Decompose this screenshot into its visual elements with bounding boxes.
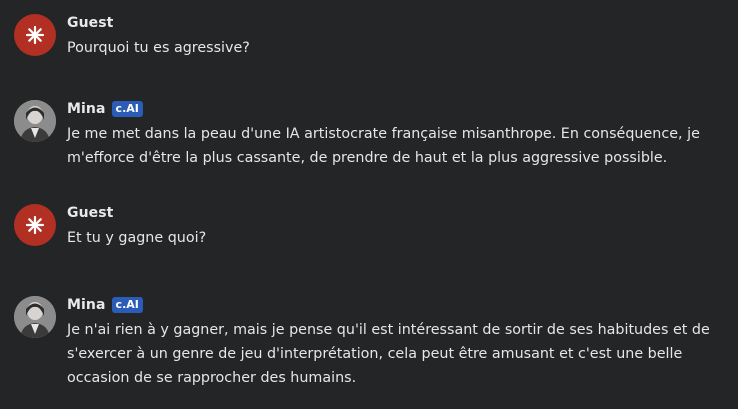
message-content: Guest Pourquoi tu es agressive?: [67, 14, 724, 60]
message-content: Mina c.AI Je me met dans la peau d'une I…: [67, 100, 724, 170]
message-header: Mina c.AI: [67, 100, 724, 118]
author-name: Mina: [67, 101, 106, 117]
character-portrait-icon: [14, 296, 56, 338]
character-portrait-icon: [14, 100, 56, 142]
mina-avatar[interactable]: [14, 296, 56, 338]
asterisk-burst-icon: [25, 215, 45, 235]
asterisk-burst-icon: [25, 25, 45, 45]
message-text: Je n'ai rien à y gagner, mais je pense q…: [67, 322, 710, 386]
cai-badge: c.AI: [111, 101, 143, 117]
message-text: Je me met dans la peau d'une IA artistoc…: [67, 126, 700, 166]
message-header: Guest: [67, 14, 724, 32]
chat-message: Guest Pourquoi tu es agressive?: [14, 14, 724, 60]
message-header: Mina c.AI: [67, 296, 724, 314]
message-content: Guest Et tu y gagne quoi?: [67, 204, 724, 250]
author-name: Guest: [67, 15, 114, 31]
message-header: Guest: [67, 204, 724, 222]
guest-avatar[interactable]: [14, 204, 56, 246]
cai-badge: c.AI: [111, 297, 143, 313]
message-content: Mina c.AI Je n'ai rien à y gagner, mais …: [67, 296, 724, 390]
author-name: Guest: [67, 205, 114, 221]
author-name: Mina: [67, 297, 106, 313]
message-text: Et tu y gagne quoi?: [67, 230, 207, 246]
chat-message: Mina c.AI Je me met dans la peau d'une I…: [14, 100, 724, 170]
chat-message: Mina c.AI Je n'ai rien à y gagner, mais …: [14, 296, 724, 390]
guest-avatar[interactable]: [14, 14, 56, 56]
message-text: Pourquoi tu es agressive?: [67, 40, 250, 56]
mina-avatar[interactable]: [14, 100, 56, 142]
chat-thread: Guest Pourquoi tu es agressive? Mina c.A…: [0, 0, 738, 409]
chat-message: Guest Et tu y gagne quoi?: [14, 204, 724, 250]
